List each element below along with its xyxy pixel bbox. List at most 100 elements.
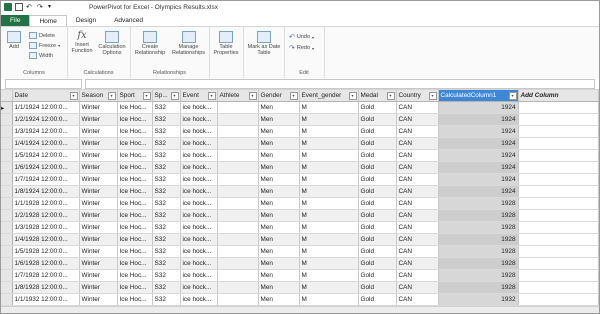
table-cell[interactable]: M <box>299 209 359 222</box>
table-cell[interactable]: Men <box>258 113 300 126</box>
table-row[interactable]: 1/7/1924 12:00:0... Winter Ice Hoc... S32 ic… <box>1 173 599 186</box>
table-cell[interactable]: Gold <box>358 281 397 294</box>
table-cell[interactable]: S32 <box>152 269 181 282</box>
table-row[interactable]: 1/6/1924 12:00:0... Winter Ice Hoc... S32 ic… <box>1 161 599 174</box>
table-cell[interactable] <box>217 269 259 282</box>
table-cell[interactable]: ice hock... <box>180 113 218 126</box>
column-header[interactable]: Season ▾ <box>79 90 118 102</box>
calculation-options-button[interactable]: Calculation Options <box>96 31 128 56</box>
table-cell[interactable]: S32 <box>152 185 181 198</box>
table-cell[interactable]: 1924 <box>438 113 519 126</box>
table-cell[interactable]: Winter <box>79 257 118 270</box>
table-cell[interactable]: M <box>299 137 359 150</box>
add-column-cell[interactable] <box>518 113 599 126</box>
table-cell[interactable]: CAN <box>396 281 439 294</box>
row-header[interactable] <box>1 149 13 162</box>
freeze-column-button[interactable]: Freeze ▾ <box>29 42 60 49</box>
table-row[interactable]: 1/8/1928 12:00:0... Winter Ice Hoc... S32 ic… <box>1 281 599 294</box>
table-cell[interactable]: 1928 <box>438 245 519 258</box>
table-cell[interactable]: M <box>299 233 359 246</box>
table-cell[interactable] <box>217 173 259 186</box>
table-cell[interactable]: Ice Hoc... <box>117 209 153 222</box>
table-row[interactable]: 1/3/1924 12:00:0... Winter Ice Hoc... S32 ic… <box>1 125 599 138</box>
table-cell[interactable]: Gold <box>358 149 397 162</box>
table-cell[interactable] <box>217 245 259 258</box>
table-cell[interactable]: CAN <box>396 209 439 222</box>
table-cell[interactable]: M <box>299 173 359 186</box>
add-column-cell[interactable] <box>518 209 599 222</box>
table-cell[interactable]: CAN <box>396 173 439 186</box>
row-header[interactable]: ▸ <box>1 101 13 114</box>
filter-dropdown-icon[interactable]: ▾ <box>107 92 116 100</box>
filter-dropdown-icon[interactable]: ▾ <box>207 92 216 100</box>
table-cell[interactable]: Winter <box>79 137 118 150</box>
table-cell[interactable]: ice hock... <box>180 233 218 246</box>
add-column-cell[interactable] <box>518 137 599 150</box>
table-cell[interactable]: 1924 <box>438 125 519 138</box>
table-cell[interactable]: ice hock... <box>180 257 218 270</box>
table-cell[interactable]: 1928 <box>438 281 519 294</box>
table-cell[interactable]: Winter <box>79 161 118 174</box>
table-cell[interactable]: 1924 <box>438 185 519 198</box>
table-row[interactable]: 1/2/1924 12:00:0... Winter Ice Hoc... S32 ic… <box>1 113 599 126</box>
table-cell[interactable]: M <box>299 149 359 162</box>
column-header[interactable]: Sport ▾ <box>117 90 153 102</box>
column-header[interactable]: Add Column <box>518 90 599 102</box>
table-cell[interactable]: 1/5/1924 12:00:0... <box>12 149 80 162</box>
table-cell[interactable]: 1928 <box>438 209 519 222</box>
row-header[interactable] <box>1 113 13 126</box>
table-cell[interactable]: CAN <box>396 245 439 258</box>
table-cell[interactable]: Ice Hoc... <box>117 257 153 270</box>
table-cell[interactable]: Gold <box>358 293 397 306</box>
column-width-button[interactable]: Width <box>29 52 53 59</box>
table-cell[interactable] <box>217 209 259 222</box>
table-cell[interactable]: Ice Hoc... <box>117 125 153 138</box>
table-cell[interactable]: ice hock... <box>180 173 218 186</box>
table-cell[interactable]: M <box>299 269 359 282</box>
table-cell[interactable]: 1924 <box>438 173 519 186</box>
row-header[interactable] <box>1 245 13 258</box>
table-cell[interactable]: CAN <box>396 197 439 210</box>
table-cell[interactable]: CAN <box>396 101 439 114</box>
add-column-cell[interactable] <box>518 293 599 306</box>
filter-dropdown-icon[interactable]: ▾ <box>248 92 257 100</box>
table-cell[interactable]: ice hock... <box>180 137 218 150</box>
add-column-cell[interactable] <box>518 221 599 234</box>
table-cell[interactable]: 1924 <box>438 137 519 150</box>
redo-button[interactable]: ↷ Redo ▾ <box>289 44 314 52</box>
table-row[interactable]: 1/1/1932 12:00:0... Winter Ice Hoc... S32 ic… <box>1 293 599 306</box>
column-header[interactable]: Country ▾ <box>396 90 439 102</box>
table-cell[interactable] <box>217 125 259 138</box>
add-column-cell[interactable] <box>518 161 599 174</box>
table-cell[interactable]: 1/2/1924 12:00:0... <box>12 113 80 126</box>
row-header[interactable] <box>1 233 13 246</box>
table-cell[interactable]: Ice Hoc... <box>117 185 153 198</box>
table-cell[interactable]: Men <box>258 269 300 282</box>
table-cell[interactable]: Men <box>258 173 300 186</box>
table-cell[interactable]: 1924 <box>438 101 519 114</box>
table-cell[interactable]: Winter <box>79 101 118 114</box>
table-cell[interactable]: ice hock... <box>180 221 218 234</box>
table-cell[interactable]: Gold <box>358 257 397 270</box>
table-row[interactable]: 1/5/1924 12:00:0... Winter Ice Hoc... S32 ic… <box>1 149 599 162</box>
table-cell[interactable]: Men <box>258 149 300 162</box>
table-row[interactable]: 1/3/1928 12:00:0... Winter Ice Hoc... S32 ic… <box>1 221 599 234</box>
table-row[interactable]: 1/4/1924 12:00:0... Winter Ice Hoc... S32 ic… <box>1 137 599 150</box>
row-header[interactable] <box>1 293 13 306</box>
table-cell[interactable]: CAN <box>396 149 439 162</box>
undo-button[interactable]: ↶ Undo ▾ <box>289 33 314 41</box>
table-cell[interactable]: 1/3/1924 12:00:0... <box>12 125 80 138</box>
table-cell[interactable]: Men <box>258 293 300 306</box>
column-header[interactable]: Event ▾ <box>180 90 218 102</box>
name-box[interactable] <box>5 79 82 89</box>
table-cell[interactable] <box>217 149 259 162</box>
table-cell[interactable]: ice hock... <box>180 185 218 198</box>
row-header[interactable] <box>1 281 13 294</box>
table-cell[interactable]: ice hock... <box>180 149 218 162</box>
table-cell[interactable]: Men <box>258 257 300 270</box>
table-cell[interactable]: Gold <box>358 269 397 282</box>
table-cell[interactable]: Ice Hoc... <box>117 173 153 186</box>
table-cell[interactable]: Winter <box>79 233 118 246</box>
row-header[interactable] <box>1 137 13 150</box>
manage-relationships-button[interactable]: Manage Relationships <box>170 31 207 56</box>
